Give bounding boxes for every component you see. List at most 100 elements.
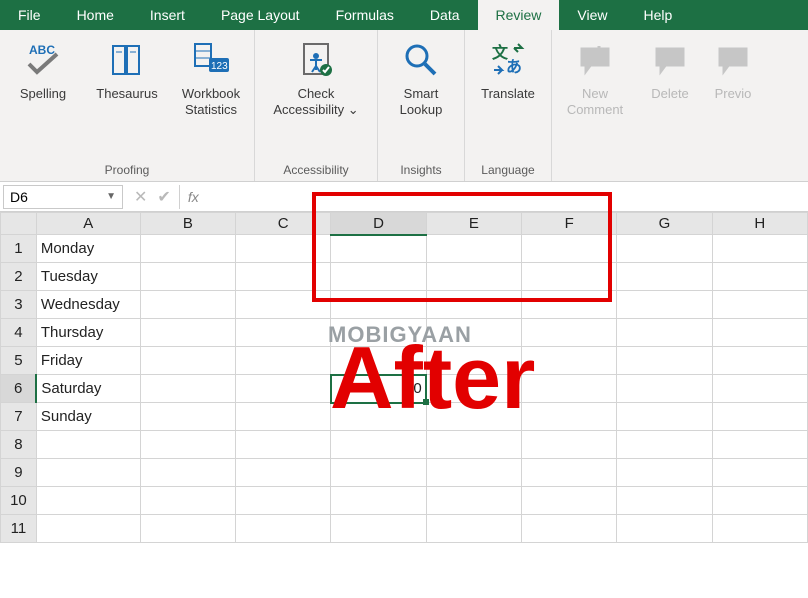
- cell-E1[interactable]: [426, 235, 521, 263]
- cell-G7[interactable]: [617, 403, 712, 431]
- row-header-11[interactable]: 11: [1, 515, 37, 543]
- cell-B3[interactable]: [140, 291, 235, 319]
- select-all-corner[interactable]: [1, 213, 37, 235]
- cell-A11[interactable]: [36, 515, 140, 543]
- cell-G4[interactable]: [617, 319, 712, 347]
- cell-H2[interactable]: [712, 263, 807, 291]
- row-header-6[interactable]: 6: [1, 375, 37, 403]
- cell-F10[interactable]: [522, 487, 617, 515]
- fx-icon[interactable]: fx: [179, 185, 207, 209]
- cell-C1[interactable]: [236, 235, 331, 263]
- cell-G3[interactable]: [617, 291, 712, 319]
- cell-A2[interactable]: Tuesday: [36, 263, 140, 291]
- cell-D10[interactable]: [331, 487, 426, 515]
- previous-comment-button[interactable]: Previo: [708, 34, 758, 102]
- row-header-7[interactable]: 7: [1, 403, 37, 431]
- col-header-A[interactable]: A: [36, 213, 140, 235]
- cell-D4[interactable]: [331, 319, 426, 347]
- row-header-4[interactable]: 4: [1, 319, 37, 347]
- cell-A5[interactable]: Friday: [36, 347, 140, 375]
- cell-H7[interactable]: [712, 403, 807, 431]
- cell-C3[interactable]: [236, 291, 331, 319]
- row-header-9[interactable]: 9: [1, 459, 37, 487]
- cell-F11[interactable]: [522, 515, 617, 543]
- spelling-button[interactable]: ABC Spelling: [6, 34, 80, 102]
- cell-C9[interactable]: [236, 459, 331, 487]
- cell-D6[interactable]: 0: [331, 375, 426, 403]
- cell-B9[interactable]: [140, 459, 235, 487]
- col-header-B[interactable]: B: [140, 213, 235, 235]
- row-header-8[interactable]: 8: [1, 431, 37, 459]
- workbook-stats-button[interactable]: 123 WorkbookStatistics: [174, 34, 248, 117]
- cell-F8[interactable]: [522, 431, 617, 459]
- cell-H6[interactable]: [712, 375, 807, 403]
- cell-B1[interactable]: [140, 235, 235, 263]
- tab-data[interactable]: Data: [412, 0, 478, 30]
- delete-comment-button[interactable]: Delete: [642, 34, 698, 102]
- cell-G1[interactable]: [617, 235, 712, 263]
- cell-E9[interactable]: [426, 459, 521, 487]
- cell-B5[interactable]: [140, 347, 235, 375]
- cell-A6[interactable]: Saturday: [36, 375, 140, 403]
- cell-G9[interactable]: [617, 459, 712, 487]
- cell-G8[interactable]: [617, 431, 712, 459]
- cell-D9[interactable]: [331, 459, 426, 487]
- cell-H4[interactable]: [712, 319, 807, 347]
- cell-C6[interactable]: [236, 375, 331, 403]
- cell-D2[interactable]: [331, 263, 426, 291]
- cell-C5[interactable]: [236, 347, 331, 375]
- cell-F1[interactable]: [522, 235, 617, 263]
- col-header-F[interactable]: F: [522, 213, 617, 235]
- cell-B7[interactable]: [140, 403, 235, 431]
- chevron-down-icon[interactable]: ▼: [106, 191, 116, 202]
- cell-E5[interactable]: [426, 347, 521, 375]
- col-header-D[interactable]: D: [331, 213, 426, 235]
- cell-A3[interactable]: Wednesday: [36, 291, 140, 319]
- cell-D1[interactable]: [331, 235, 426, 263]
- cell-G2[interactable]: [617, 263, 712, 291]
- cell-D5[interactable]: [331, 347, 426, 375]
- cell-F3[interactable]: [522, 291, 617, 319]
- cell-A4[interactable]: Thursday: [36, 319, 140, 347]
- cell-H11[interactable]: [712, 515, 807, 543]
- cell-A10[interactable]: [36, 487, 140, 515]
- cell-C11[interactable]: [236, 515, 331, 543]
- cell-F4[interactable]: [522, 319, 617, 347]
- col-header-C[interactable]: C: [236, 213, 331, 235]
- cell-F6[interactable]: [522, 375, 617, 403]
- cell-D7[interactable]: [331, 403, 426, 431]
- smart-lookup-button[interactable]: SmartLookup: [384, 34, 458, 117]
- row-header-5[interactable]: 5: [1, 347, 37, 375]
- cell-B11[interactable]: [140, 515, 235, 543]
- name-box[interactable]: D6 ▼: [3, 185, 123, 209]
- cell-E6[interactable]: [426, 375, 521, 403]
- cell-E7[interactable]: [426, 403, 521, 431]
- cell-H8[interactable]: [712, 431, 807, 459]
- cell-H1[interactable]: [712, 235, 807, 263]
- tab-file[interactable]: File: [0, 0, 59, 30]
- cell-G11[interactable]: [617, 515, 712, 543]
- tab-formulas[interactable]: Formulas: [318, 0, 412, 30]
- cell-D11[interactable]: [331, 515, 426, 543]
- tab-page-layout[interactable]: Page Layout: [203, 0, 318, 30]
- tab-insert[interactable]: Insert: [132, 0, 203, 30]
- cell-E11[interactable]: [426, 515, 521, 543]
- cell-F9[interactable]: [522, 459, 617, 487]
- cell-B2[interactable]: [140, 263, 235, 291]
- cell-E3[interactable]: [426, 291, 521, 319]
- cell-C8[interactable]: [236, 431, 331, 459]
- tab-help[interactable]: Help: [626, 0, 691, 30]
- cell-E10[interactable]: [426, 487, 521, 515]
- cell-D8[interactable]: [331, 431, 426, 459]
- cell-F2[interactable]: [522, 263, 617, 291]
- col-header-H[interactable]: H: [712, 213, 807, 235]
- cell-C10[interactable]: [236, 487, 331, 515]
- cell-F5[interactable]: [522, 347, 617, 375]
- cell-G10[interactable]: [617, 487, 712, 515]
- cell-A7[interactable]: Sunday: [36, 403, 140, 431]
- translate-button[interactable]: 文あ Translate: [471, 34, 545, 102]
- cell-C2[interactable]: [236, 263, 331, 291]
- cell-C4[interactable]: [236, 319, 331, 347]
- cell-H5[interactable]: [712, 347, 807, 375]
- cell-E8[interactable]: [426, 431, 521, 459]
